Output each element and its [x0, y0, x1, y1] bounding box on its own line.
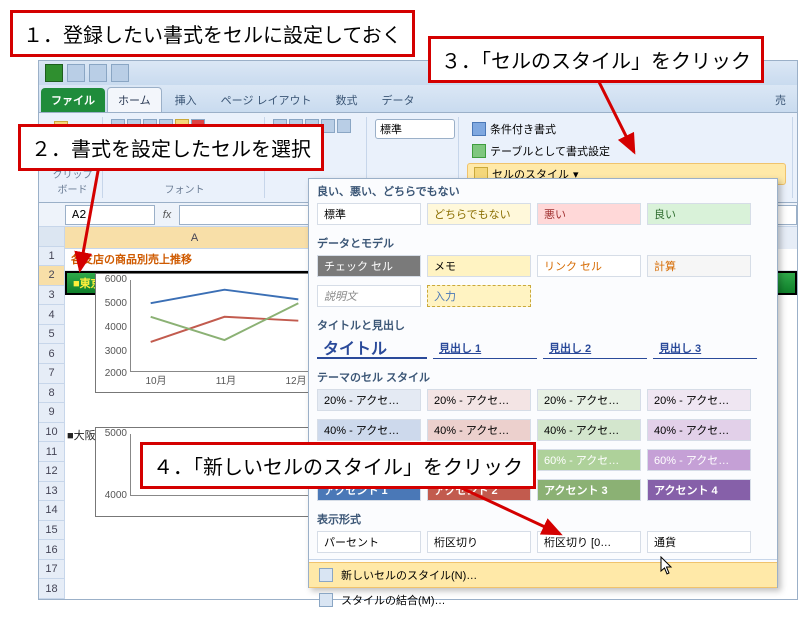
row-header[interactable]: 14 [39, 501, 65, 521]
new-cell-style-menu-item[interactable]: 新しいセルのスタイル(N)… [309, 562, 777, 588]
merge-styles-menu-item[interactable]: スタイルの結合(M)… [309, 588, 777, 612]
tab-insert[interactable]: 挿入 [164, 87, 208, 112]
row-header[interactable]: 5 [39, 325, 65, 345]
row-header[interactable]: 15 [39, 521, 65, 541]
gallery-footer: 新しいセルのスタイル(N)… スタイルの結合(M)… [309, 559, 777, 618]
row-header[interactable]: 12 [39, 462, 65, 482]
style-accent-3[interactable]: アクセント 3 [537, 479, 641, 501]
embedded-chart-1[interactable]: 6000 5000 4000 3000 2000 10月 11月 12月 [95, 273, 325, 393]
redo-icon[interactable] [111, 64, 129, 82]
style-link-cell[interactable]: リンク セル [537, 255, 641, 277]
row-header[interactable]: 13 [39, 482, 65, 502]
row-header[interactable]: 2 [39, 266, 65, 286]
fx-icon[interactable]: fx [155, 209, 179, 221]
style-bad[interactable]: 悪い [537, 203, 641, 225]
row-header[interactable]: 18 [39, 579, 65, 599]
ribbon-tabs: ファイル ホーム 挿入 ページ レイアウト 数式 データ 売 [39, 85, 797, 113]
row-header[interactable]: 7 [39, 364, 65, 384]
number-format-label: 標準 [380, 121, 402, 137]
gallery-section-header: 良い、悪い、どちらでもない [309, 179, 777, 201]
style-good[interactable]: 良い [647, 203, 751, 225]
column-header[interactable]: A [65, 227, 325, 249]
row-header[interactable]: 17 [39, 560, 65, 580]
style-explanation[interactable]: 説明文 [317, 285, 421, 307]
number-format-dropdown[interactable]: 標準 [375, 119, 455, 139]
cell-styles-gallery: 良い、悪い、どちらでもない 標準 どちらでもない 悪い 良い データとモデル チ… [308, 178, 778, 588]
row-header[interactable]: 6 [39, 344, 65, 364]
style-accent-20[interactable]: 20% - アクセ… [537, 389, 641, 411]
row-header[interactable]: 8 [39, 384, 65, 404]
tab-formulas[interactable]: 数式 [325, 87, 369, 112]
row-header[interactable]: 4 [39, 305, 65, 325]
gallery-section-header: テーマのセル スタイル [309, 365, 777, 387]
style-accent-60[interactable]: 60% - アクセ… [537, 449, 641, 471]
style-calc[interactable]: 計算 [647, 255, 751, 277]
tab-data[interactable]: データ [371, 87, 426, 112]
excel-icon [45, 64, 63, 82]
callout-3: ３．「セルのスタイル」をクリック [428, 36, 764, 83]
callout-2: ２．書式を設定したセルを選択 [18, 124, 324, 171]
tab-home[interactable]: ホーム [107, 87, 162, 112]
style-accent-20[interactable]: 20% - アクセ… [317, 389, 421, 411]
gallery-section-header: 表示形式 [309, 507, 777, 529]
name-box[interactable]: A2 [65, 205, 155, 225]
tab-page-layout[interactable]: ページ レイアウト [210, 87, 323, 112]
row-header[interactable]: 16 [39, 540, 65, 560]
save-icon[interactable] [67, 64, 85, 82]
chart-axis: 6000 5000 4000 3000 2000 10月 11月 12月 [130, 280, 318, 372]
style-standard[interactable]: 標準 [317, 203, 421, 225]
chart-lines [131, 280, 318, 371]
tab-truncated: 売 [764, 87, 797, 112]
style-heading-2[interactable]: 見出し 2 [543, 337, 647, 359]
callout-1: １．登録したい書式をセルに設定しておく [10, 10, 415, 57]
style-accent-40[interactable]: 40% - アクセ… [317, 419, 421, 441]
style-comma[interactable]: 桁区切り [427, 531, 531, 553]
undo-icon[interactable] [89, 64, 107, 82]
gallery-section-header: タイトルと見出し [309, 313, 777, 335]
style-accent-20[interactable]: 20% - アクセ… [427, 389, 531, 411]
new-cell-style-label: 新しいセルのスタイル(N)… [341, 567, 477, 583]
ribbon-group-label: フォント [111, 181, 258, 196]
conditional-formatting-button[interactable]: 条件付き書式 [467, 119, 786, 139]
style-percent[interactable]: パーセント [317, 531, 421, 553]
style-title[interactable]: タイトル [317, 337, 427, 359]
style-input[interactable]: 入力 [427, 285, 531, 307]
style-heading-1[interactable]: 見出し 1 [433, 337, 537, 359]
row-header[interactable]: 1 [39, 247, 65, 267]
callout-4: ４．「新しいセルのスタイル」をクリック [140, 442, 536, 489]
style-accent-60[interactable]: 60% - アクセ… [647, 449, 751, 471]
row-header[interactable]: 11 [39, 442, 65, 462]
gallery-section-header: データとモデル [309, 231, 777, 253]
style-accent-40[interactable]: 40% - アクセ… [537, 419, 641, 441]
style-accent-40[interactable]: 40% - アクセ… [427, 419, 531, 441]
style-accent-20[interactable]: 20% - アクセ… [647, 389, 751, 411]
style-accent-4[interactable]: アクセント 4 [647, 479, 751, 501]
select-all-corner[interactable] [39, 227, 65, 247]
style-neutral[interactable]: どちらでもない [427, 203, 531, 225]
conditional-format-label: 条件付き書式 [490, 121, 556, 137]
new-style-icon [319, 568, 333, 582]
format-as-table-label: テーブルとして書式設定 [490, 143, 610, 159]
style-accent-40[interactable]: 40% - アクセ… [647, 419, 751, 441]
style-memo[interactable]: メモ [427, 255, 531, 277]
conditional-format-icon [472, 122, 486, 136]
style-currency[interactable]: 通貨 [647, 531, 751, 553]
format-as-table-button[interactable]: テーブルとして書式設定 [467, 141, 786, 161]
style-check-cell[interactable]: チェック セル [317, 255, 421, 277]
merge-styles-label: スタイルの結合(M)… [341, 592, 446, 608]
table-icon [472, 144, 486, 158]
tab-file[interactable]: ファイル [41, 88, 105, 112]
merge-icon[interactable] [337, 119, 351, 133]
mouse-cursor [660, 556, 674, 576]
row-header[interactable]: 10 [39, 423, 65, 443]
style-comma-0[interactable]: 桁区切り [0… [537, 531, 641, 553]
row-headers: 1 2 3 4 5 6 7 8 9 10 11 12 13 14 15 16 1… [39, 227, 65, 599]
merge-style-icon [319, 593, 333, 607]
row-header[interactable]: 9 [39, 403, 65, 423]
row-header[interactable]: 3 [39, 286, 65, 306]
style-heading-3[interactable]: 見出し 3 [653, 337, 757, 359]
